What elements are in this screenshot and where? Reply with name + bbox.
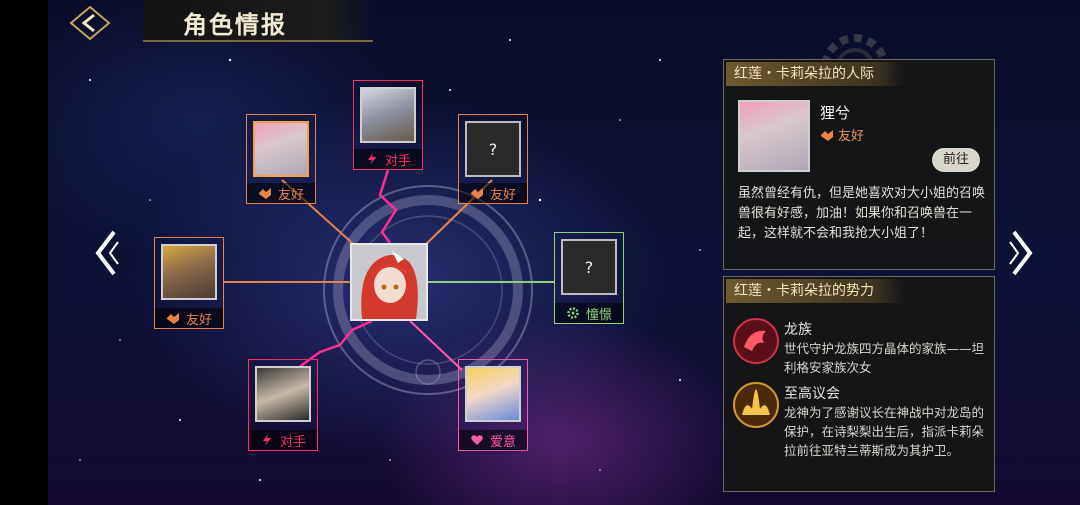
relation-node-love[interactable]: 爱意 [458,359,528,451]
faction-name: 至高议会 [784,386,840,402]
character-portrait [360,87,416,143]
relation-label: 对手 [354,149,422,169]
relation-label: 友好 [459,183,527,203]
relation-label: 友好 [247,183,315,203]
selected-character-name: 狸兮 [820,104,851,122]
relation-text: 爱意 [489,434,516,450]
high-council-icon [733,382,779,428]
back-button[interactable] [66,4,114,42]
relation-text: 友好 [185,312,212,328]
relation-node-friend-2[interactable]: 友好 [154,237,224,329]
page-title: 角色情报 [183,11,287,39]
header: 角色情报 [48,0,1080,44]
character-portrait [465,366,521,422]
relation-label: 爱意 [459,430,527,450]
lightning-icon [367,153,376,165]
unknown-portrait: ? [465,121,521,177]
main-character-art [352,245,426,319]
relation-text: 对手 [279,434,306,450]
handshake-icon [821,129,833,141]
relation-node-friend-unknown[interactable]: ? 友好 [458,114,528,204]
relation-node-rival-1[interactable]: 对手 [353,80,423,170]
relation-text: 对手 [384,153,411,169]
relations-panel-title: 红莲・卡莉朵拉的人际 [726,62,904,86]
gear-admire-icon [567,307,579,319]
selected-character-portrait [738,100,810,172]
unknown-portrait: ? [561,239,617,295]
previous-character-button[interactable] [92,228,120,278]
relation-node-rival-2[interactable]: 对手 [248,359,318,451]
handshake-icon [258,188,271,199]
relation-node-friend-1[interactable]: 友好 [246,114,316,204]
handshake-icon [166,313,179,324]
relation-text: 憧憬 [585,307,612,323]
dragon-clan-icon [733,318,779,364]
faction-description: 龙神为了感谢议长在神战中对龙岛的保护，在诗梨梨出生后，指派卡莉朵拉前往亚特兰蒂斯… [784,405,985,458]
relation-label: 友好 [155,308,223,328]
selected-relation-text: 友好 [838,129,865,144]
faction-description: 世代守护龙族四方晶体的家族——坦利格安家族次女 [784,341,985,375]
factions-panel: 红莲・卡莉朵拉的势力 龙族 世代守护龙族四方晶体的家族——坦利格安家族次女 至高… [723,276,995,492]
faction-name: 龙族 [784,322,812,338]
relation-label: 憧憬 [555,303,623,323]
relation-label: 对手 [249,430,317,450]
relation-description: 虽然曾经有仇，但是她喜欢对大小姐的召唤兽很有好感，加油！如果你和召唤兽在一起，这… [738,186,986,241]
character-portrait [255,366,311,422]
heart-icon [471,435,483,445]
relation-node-admire-unknown[interactable]: ? 憧憬 [554,232,624,324]
factions-panel-title: 红莲・卡莉朵拉的势力 [726,279,904,303]
relations-panel: 红莲・卡莉朵拉的人际 狸兮 友好 前往 虽然曾经有仇，但是她喜欢对大小姐的召唤兽… [723,59,995,270]
main-character-portrait[interactable] [350,243,428,321]
next-character-button[interactable] [1008,228,1036,278]
handshake-icon [470,188,483,199]
character-portrait [253,121,309,177]
goto-button[interactable]: 前往 [932,148,980,172]
character-portrait [161,244,217,300]
relation-text: 友好 [489,187,516,203]
selected-relation: 友好 [820,125,864,144]
lightning-icon [262,434,271,446]
relation-text: 友好 [277,187,304,203]
